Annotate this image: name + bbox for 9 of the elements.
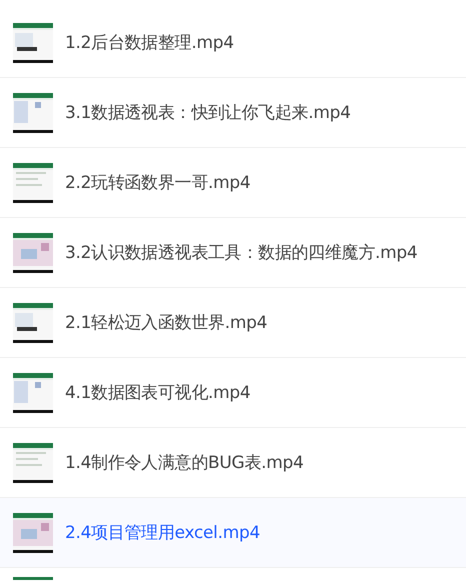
video-title[interactable]: 4.1数据图表可视化.mp4 (65, 381, 250, 404)
video-title[interactable]: 3.2认识数据透视表工具：数据的四维魔方.mp4 (65, 241, 418, 264)
video-row[interactable]: 2.4项目管理用excel.mp4 (0, 498, 466, 568)
video-title[interactable]: 2.2玩转函数界一哥.mp4 (65, 171, 250, 194)
video-title[interactable]: 1.4制作令人满意的BUG表.mp4 (65, 451, 304, 474)
video-title[interactable]: 2.4项目管理用excel.mp4 (65, 521, 260, 544)
video-title[interactable]: 1.2后台数据整理.mp4 (65, 31, 234, 54)
video-title[interactable]: 2.1轻松迈入函数世界.mp4 (65, 311, 268, 334)
video-title[interactable]: 3.1数据透视表：快到让你飞起来.mp4 (65, 101, 351, 124)
